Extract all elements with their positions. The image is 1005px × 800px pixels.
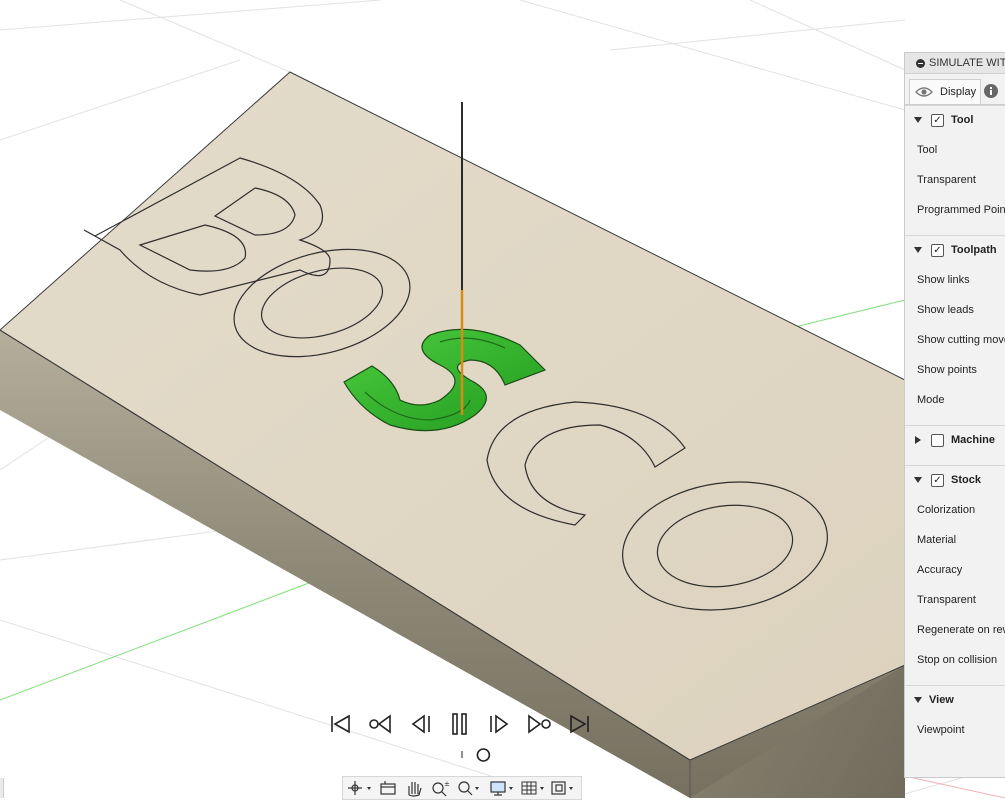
step-back-button[interactable] [406,711,436,737]
display-settings-icon [490,781,513,796]
row-programmed-point[interactable]: Programmed Poin [905,195,1005,225]
chevron-down-icon[interactable] [914,697,922,703]
section-machine-label: Machine [951,434,996,446]
info-icon[interactable] [983,83,999,99]
pause-icon [452,713,467,735]
row-regenerate[interactable]: Regenerate on rew [905,615,1005,645]
display-settings-button[interactable] [488,779,516,797]
machine-checkbox[interactable] [931,434,944,447]
toolpath-checkbox[interactable]: ✓ [931,244,944,257]
row-colorization[interactable]: Colorization [905,495,1005,525]
row-show-cutting-moves[interactable]: Show cutting move [905,325,1005,355]
next-operation-icon [528,714,551,734]
row-viewpoint[interactable]: Viewpoint [905,715,1005,745]
skip-end-icon [570,714,589,734]
fit-button[interactable] [453,779,481,797]
section-stock-header[interactable]: ✓ Stock [905,465,1005,496]
row-transparent[interactable]: Transparent [905,165,1005,195]
step-forward-button[interactable] [484,711,514,737]
row-label: Tool [917,144,938,156]
look-at-button[interactable] [375,779,403,797]
section-view-header[interactable]: View [905,685,1005,716]
row-label: Programmed Poin [917,204,1005,216]
row-show-links[interactable]: Show links [905,265,1005,295]
viewports-icon [551,781,573,795]
row-label: Transparent [917,174,976,186]
row-stock-transparent[interactable]: Transparent [905,585,1005,615]
row-label: Viewpoint [917,724,965,736]
previous-operation-icon [369,714,391,734]
section-tool-header[interactable]: ✓ Tool [905,105,1005,136]
row-label: Colorization [917,504,976,516]
row-label: Mode [917,394,945,406]
go-to-start-button[interactable] [326,711,356,737]
row-label: Show cutting move [917,334,1005,346]
tab-display-label: Display [940,86,977,98]
next-operation-button[interactable] [524,711,554,737]
step-back-icon [411,714,430,734]
timeline-slider[interactable] [320,746,610,764]
viewports-button[interactable] [549,779,577,797]
go-to-end-button[interactable] [564,711,594,737]
tab-display[interactable]: Display [909,79,981,104]
row-show-points[interactable]: Show points [905,355,1005,385]
window-corner [0,778,4,798]
fit-icon [458,781,479,796]
orbit-icon [348,781,371,795]
eye-icon [915,87,933,97]
section-stock-label: Stock [951,474,981,486]
skip-start-icon [331,714,350,734]
step-forward-icon [490,714,509,734]
playback-controls [320,706,610,776]
panel-title: SIMULATE WIT [929,57,1005,69]
row-show-leads[interactable]: Show leads [905,295,1005,325]
pan-icon [408,782,422,797]
row-label: Show links [917,274,970,286]
orbit-button[interactable] [345,779,373,797]
chevron-down-icon[interactable] [914,117,922,123]
previous-operation-button[interactable] [365,711,395,737]
chevron-down-icon[interactable] [914,247,922,253]
graphics-viewport[interactable] [0,0,1005,798]
row-label: Stop on collision [917,654,998,666]
row-label: Show points [917,364,977,376]
timeline-handle[interactable] [476,748,491,762]
section-toolpath-label: Toolpath [951,244,997,256]
simulate-panel: SIMULATE WIT Display ✓ Tool Tool Transpa… [904,52,1005,778]
section-toolpath-header[interactable]: ✓ Toolpath [905,235,1005,266]
zoom-icon: ± [432,780,450,797]
zoom-button[interactable]: ± [427,779,455,797]
pause-button[interactable] [445,711,475,737]
navigation-toolbar: ± [342,776,582,800]
grid-icon [521,781,544,795]
svg-text:±: ± [444,780,450,788]
section-machine-header[interactable]: Machine [905,425,1005,456]
row-stop-on-collision[interactable]: Stop on collision [905,645,1005,675]
collapse-panel-icon[interactable] [916,59,925,68]
chevron-right-icon[interactable] [915,436,921,444]
row-label: Show leads [917,304,974,316]
row-label: Accuracy [917,564,963,576]
row-tool[interactable]: Tool [905,135,1005,165]
row-label: Material [917,534,957,546]
tool-checkbox[interactable]: ✓ [931,114,944,127]
grid-button[interactable] [519,779,547,797]
row-label: Transparent [917,594,976,606]
chevron-down-icon[interactable] [914,477,922,483]
row-mode[interactable]: Mode [905,385,1005,415]
x-axis-line [899,774,1005,798]
row-label: Regenerate on rew [917,624,1005,636]
panel-header[interactable]: SIMULATE WIT [905,53,1005,74]
section-tool-label: Tool [951,114,974,126]
row-material[interactable]: Material [905,525,1005,555]
stock-block[interactable] [0,71,906,798]
stock-checkbox[interactable]: ✓ [931,474,944,487]
section-view-label: View [929,694,954,706]
row-accuracy[interactable]: Accuracy [905,555,1005,585]
panel-tabs: Display [905,77,1005,105]
pan-button[interactable] [401,779,429,797]
look-at-icon [380,781,396,795]
